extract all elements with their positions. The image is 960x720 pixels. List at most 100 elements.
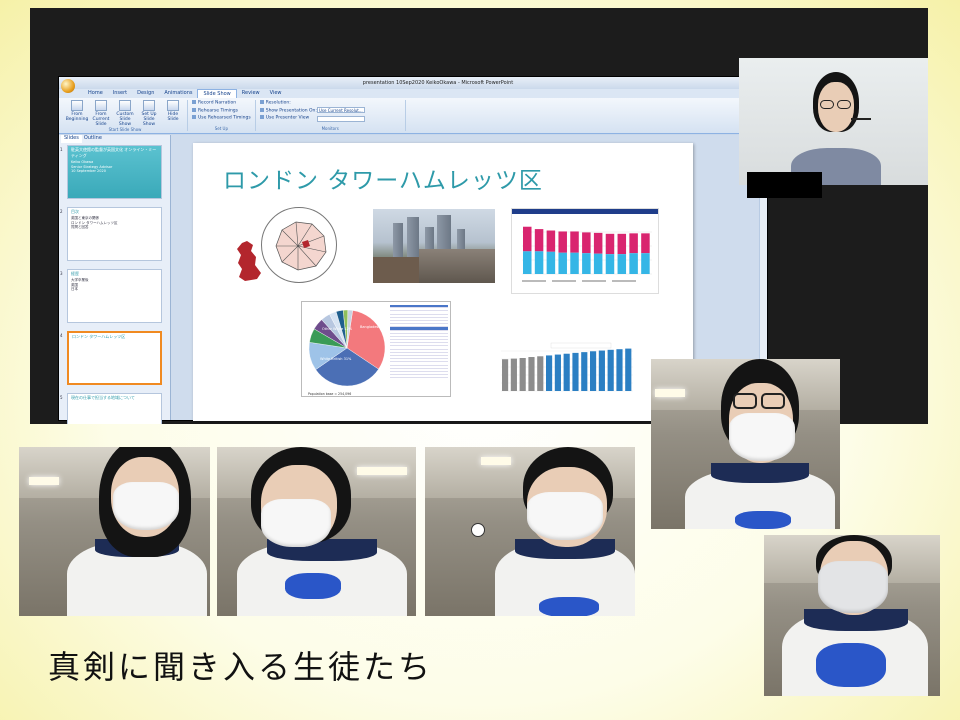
student-video-tile-5 — [764, 535, 940, 696]
thumbnail-title: 駐英大使館の監督が英国文化 オンライン・ミーティング — [71, 147, 157, 158]
bar-upper — [617, 233, 627, 255]
population-bar — [625, 348, 632, 391]
start-slide-show-group: From Beginning From Current Slide Custom S… — [63, 100, 188, 132]
slide-thumbnail[interactable]: 経歴 大学卒業後 英国 日本 — [67, 269, 162, 323]
slide-show-button[interactable]: Hide Slide — [163, 100, 183, 127]
ribbon-option[interactable]: Use Rehearsed Timings — [192, 115, 251, 121]
population-bar — [510, 358, 517, 391]
setup-group: Record Narration Rehearse Timings Use Rehe… — [188, 100, 256, 131]
bar-upper — [593, 232, 603, 254]
slide-thumbnail[interactable]: 現在の仕事で担当する地域について — [67, 393, 162, 424]
slideshow-icon — [71, 100, 83, 111]
population-bar — [502, 359, 509, 391]
population-projection-chart — [481, 337, 639, 399]
ribbon-tab[interactable]: Review — [237, 89, 265, 98]
population-bar — [537, 356, 544, 391]
ribbon-tab[interactable]: Slide Show — [197, 89, 237, 98]
thumbnail-line: 質問と回答 — [71, 225, 89, 229]
thumbnail-line: 10 September 2020 — [71, 169, 106, 173]
office-button[interactable] — [61, 79, 75, 93]
population-bar — [528, 357, 535, 391]
slide-show-button[interactable]: Set Up Slide Show — [139, 100, 159, 127]
headset-mic-icon — [851, 118, 871, 120]
bar-upper — [534, 229, 544, 252]
slideshow-icon — [119, 100, 131, 111]
show-on-dropdown[interactable] — [317, 116, 365, 122]
panel-tab[interactable]: Slides — [61, 135, 82, 143]
slide-thumbnail[interactable]: 目次 英国と東京の関係 ロンドン タワーハムレッツ区 質問と回答 — [67, 207, 162, 261]
population-bar — [590, 351, 597, 391]
bar-upper — [641, 233, 650, 254]
bar-lower — [605, 254, 615, 274]
quick-access-toolbar[interactable] — [79, 80, 109, 87]
thumbnail-title: 目次 — [71, 209, 79, 214]
ribbon-tab[interactable]: Home — [83, 89, 108, 98]
slide-title: ロンドン タワーハムレッツ区 — [223, 168, 543, 194]
button-label: Set Up Slide Show — [141, 112, 157, 127]
slide-thumbnail[interactable]: ロンドン タワーハムレッツ区 — [67, 331, 162, 385]
thumbnail-number: 3 — [60, 271, 63, 276]
student-video-tile-3 — [425, 447, 635, 616]
legend-swatch — [582, 280, 606, 282]
pie-label: Bangladeshi 32% — [360, 325, 391, 329]
uk-map-icon — [237, 241, 261, 281]
thumbnail-number: 4 — [60, 333, 63, 338]
pie-footer: Population base = 254,096 — [308, 392, 351, 396]
budget-bar-chart — [511, 208, 659, 294]
button-label: From Beginning — [65, 112, 89, 122]
ribbon-tab[interactable]: Insert — [108, 89, 132, 98]
population-bar — [554, 354, 561, 391]
thumbnail-title: ロンドン タワーハムレッツ区 — [72, 334, 126, 339]
population-bar — [546, 355, 553, 391]
button-label: Hide Slide — [167, 112, 179, 122]
population-bar — [607, 349, 614, 391]
ribbon-option[interactable]: Record Narration — [192, 100, 251, 106]
title-bar: presentation 10Sep2020 KeikoOkawa - Micr… — [59, 77, 767, 93]
ribbon-tab[interactable]: View — [265, 89, 287, 98]
ribbon: From Beginning From Current Slide Custom S… — [59, 98, 767, 134]
slideshow-icon — [167, 100, 179, 111]
wall-clock-icon — [471, 523, 485, 537]
bar-lower — [629, 253, 638, 274]
presenter-video-tile — [739, 58, 928, 185]
bar-upper — [558, 231, 567, 253]
population-bar — [519, 358, 526, 391]
pie-label: Other White 12% — [322, 327, 353, 331]
student-video-tile-2 — [217, 447, 416, 616]
slide-show-button[interactable]: From Beginning — [65, 100, 89, 127]
population-bar — [598, 350, 605, 391]
slide-thumbnail[interactable]: 駐英大使館の監督が英国文化 オンライン・ミーティング Keiko Okawa Sen… — [67, 145, 162, 199]
presenter — [791, 68, 881, 185]
bar-upper — [546, 230, 556, 252]
tower-hamlets-photo — [373, 209, 495, 283]
student-video-tile-4 — [651, 359, 840, 529]
population-bar — [563, 353, 570, 391]
bar-lower — [558, 252, 567, 274]
button-label: From Current Slide — [92, 112, 110, 127]
thumbnail-number: 1 — [60, 147, 63, 152]
bar-lower — [593, 253, 603, 274]
slideshow-icon — [143, 100, 155, 111]
slide-show-button[interactable]: From Current Slide — [91, 100, 111, 127]
ribbon-tab[interactable]: Design — [132, 89, 159, 98]
ribbon-option[interactable]: Rehearse Timings — [192, 108, 251, 113]
slide-show-button[interactable]: Custom Slide Show — [115, 100, 135, 127]
monitors-group-title: Monitors — [321, 126, 339, 131]
bar-lower — [534, 251, 544, 274]
legend-swatch — [612, 280, 636, 282]
resolution-dropdown[interactable]: Use Current Resolut... — [317, 107, 365, 113]
london-boroughs-map — [261, 207, 337, 283]
bar-lower — [546, 251, 556, 274]
bar-upper — [570, 231, 579, 253]
ribbon-tab[interactable]: Animations — [159, 89, 197, 98]
panel-tab[interactable]: Outline — [84, 135, 102, 143]
setup-group-title: Set Up — [214, 126, 229, 131]
thumbnail-number: 2 — [60, 209, 63, 214]
ethnicity-pie-chart: Bangladeshi 32% White British 31% Other Wh… — [301, 301, 451, 397]
thumbnail-title: 現在の仕事で担当する地域について — [71, 395, 135, 400]
population-bar — [581, 352, 588, 391]
slides-panel: Slides Outline 1 駐英大使館の監督が英国文化 オンライン・ミーティン… — [59, 135, 171, 424]
button-label: Custom Slide Show — [116, 112, 134, 127]
ribbon-option[interactable]: Resolution: — [260, 100, 401, 106]
legend-swatch — [522, 280, 546, 282]
